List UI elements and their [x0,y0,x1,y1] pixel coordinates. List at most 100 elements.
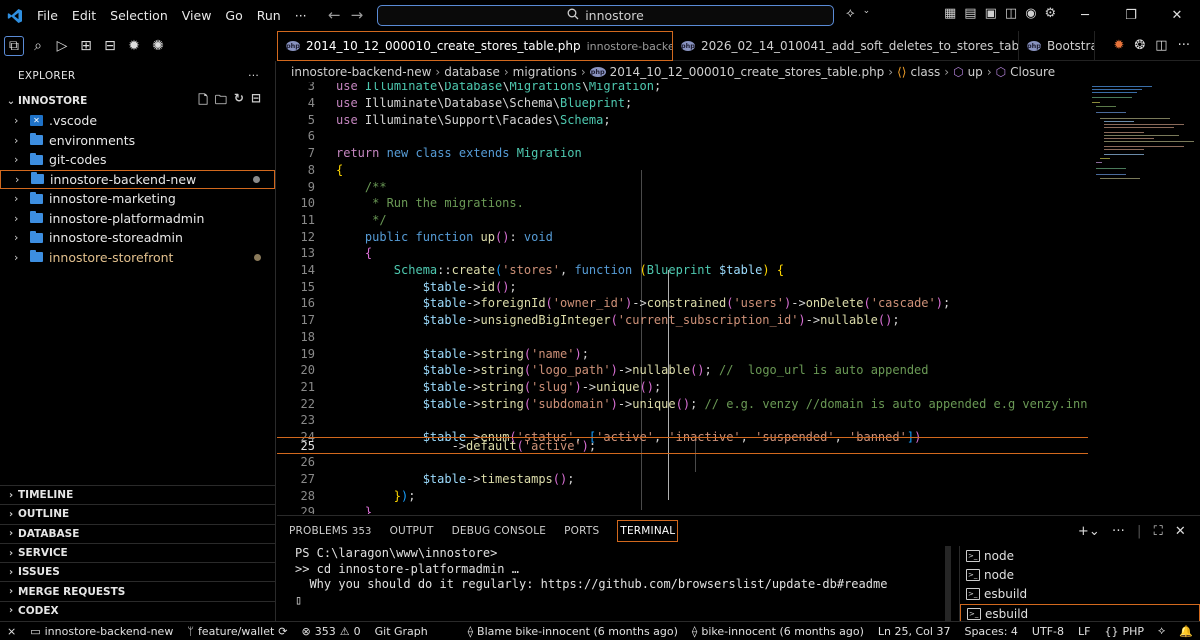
forward-arrow-icon[interactable]: → [351,6,364,24]
breadcrumb-item[interactable]: 2014_10_12_000010_create_stores_table.ph… [610,65,885,79]
status-problems[interactable]: ⊗ 353 ⚠ 0 [295,625,368,638]
status-blame[interactable]: ⟠ Blame bike-innocent (6 months ago) [461,625,685,638]
account-icon[interactable]: ◉ [1025,6,1036,21]
run-debug-icon[interactable]: ▷ [52,36,72,56]
tab-ports[interactable]: PORTS [564,525,599,537]
back-arrow-icon[interactable]: ← [328,6,341,24]
toggle-panel-icon[interactable]: ▣ [985,6,997,21]
close-panel-icon[interactable]: ✕ [1175,524,1186,539]
code-editor[interactable]: 3 use Illuminate\Database\Migrations\Mig… [277,82,1088,514]
section-merge-requests[interactable]: › MERGE REQUESTS [0,581,276,600]
tree-item-innostore-backend-new[interactable]: › innostore-backend-new [0,169,275,189]
status-encoding[interactable]: UTF-8 [1025,625,1071,638]
minimize-button[interactable]: ─ [1062,0,1108,31]
openai-icon[interactable]: ❂ [1134,38,1145,53]
refresh-icon[interactable]: ↻ [234,91,244,112]
section-database[interactable]: › DATABASE [0,523,276,543]
status-position[interactable]: Ln 25, Col 37 [871,625,958,638]
tab-create-stores-table[interactable]: php 2014_10_12_000010_create_stores_tabl… [277,31,673,61]
status-eol[interactable]: LF [1071,625,1097,638]
menu-view[interactable]: View [175,8,219,23]
maximize-panel-icon[interactable]: ⛶ [1154,524,1163,539]
restore-button[interactable]: ❐ [1108,0,1154,31]
toggle-secondary-sidebar-icon[interactable]: ◫ [1005,6,1017,21]
section-codex[interactable]: › CODEX [0,600,276,620]
minimap-line [1100,158,1110,159]
breadcrumb-item[interactable]: up [968,65,983,79]
php-file-icon: php [1027,41,1041,51]
explorer-icon[interactable]: ⧉ [4,36,24,56]
extension-burst-icon[interactable]: ✺ [148,36,168,56]
collapse-all-icon[interactable]: ⊟ [251,91,261,112]
breadcrumb-item[interactable]: class [910,65,940,79]
breadcrumb-item[interactable]: Closure [1010,65,1055,79]
terminal-item-node[interactable]: >_ node [960,565,1200,584]
new-file-icon[interactable]: 🗋 [198,91,208,112]
tree-item-innostore-platformadmin[interactable]: › innostore-platformadmin [0,209,275,229]
terminal-scrollbar[interactable] [945,546,951,622]
section-service[interactable]: › SERVICE [0,542,276,562]
copilot-status-icon[interactable]: ⟡ [1151,624,1172,638]
section-timeline[interactable]: › TIMELINE [0,485,276,504]
section-issues[interactable]: › ISSUES [0,562,276,581]
copilot-icon[interactable]: ⟡ [846,6,855,21]
remote-indicator[interactable]: ⨯ [0,625,23,638]
tree-item-innostore-storefront[interactable]: › innostore-storefront [0,248,275,268]
tree-item-git-codes[interactable]: › git-codes [0,150,275,170]
status-spaces[interactable]: Spaces: 4 [957,625,1024,638]
command-center-search[interactable]: innostore [377,5,834,26]
tab-debug-console[interactable]: DEBUG CONSOLE [452,525,547,537]
tree-item-innostore-marketing[interactable]: › innostore-marketing [0,189,275,209]
menu-run[interactable]: Run [250,8,288,23]
split-editor-icon[interactable]: ◫ [1155,38,1167,53]
tab-problems[interactable]: PROBLEMS 353 [289,525,372,537]
status-git-graph[interactable]: Git Graph [368,625,435,638]
workspace-header[interactable]: ⌄ INNOSTORE 🗋 🗀 ↻ ⊟ [0,91,275,111]
extension-sparkle-icon[interactable]: ✹ [1113,38,1124,53]
breadcrumb-item[interactable]: innostore-backend-new [291,65,431,79]
terminal-output[interactable]: PS C:\laragon\www\innostore> >> cd innos… [277,546,947,622]
breadcrumb-item[interactable]: migrations [513,65,577,79]
menu-more[interactable]: ··· [288,8,314,23]
menu-file[interactable]: File [30,8,65,23]
section-outline[interactable]: › OUTLINE [0,504,276,523]
menu-selection[interactable]: Selection [103,8,175,23]
tree-item-vscode[interactable]: › ✕ .vscode [0,111,275,131]
more-actions-icon[interactable]: ··· [1178,38,1190,53]
terminal-item-esbuild[interactable]: >_ esbuild [960,585,1200,604]
tab-bootstrap[interactable]: php Bootstrap [1019,31,1095,61]
remote-explorer-icon[interactable]: ⊟ [100,36,120,56]
status-branch[interactable]: ᛘ feature/wallet ⟳ [180,625,294,638]
tab-terminal[interactable]: TERMINAL [617,520,679,542]
chevron-right-icon: › [8,586,14,598]
tree-item-environments[interactable]: › environments [0,131,275,151]
notifications-bell-icon[interactable]: 🔔 [1172,625,1200,638]
tab-output[interactable]: OUTPUT [390,525,434,537]
extension-sparkle-icon[interactable]: ✹ [124,36,144,56]
settings-gear-icon[interactable]: ⚙ [1045,6,1057,21]
chevron-down-icon[interactable]: ⌄ [863,6,871,21]
menu-edit[interactable]: Edit [65,8,103,23]
new-folder-icon[interactable]: 🗀 [215,91,227,112]
minimap[interactable] [1088,82,1200,514]
breadcrumb-item[interactable]: database [444,65,500,79]
panel-more-icon[interactable]: ··· [1112,524,1125,539]
explorer-more-button[interactable]: ··· [248,70,259,82]
status-author[interactable]: ⟠ bike-innocent (6 months ago) [685,625,871,638]
extensions-icon[interactable]: ⊞ [76,36,96,56]
menu-go[interactable]: Go [218,8,249,23]
status-language[interactable]: {} PHP [1097,625,1151,638]
tab-add-soft-deletes[interactable]: php 2026_02_14_010041_add_soft_deletes_t… [673,31,1019,61]
code-text: ->default('active'); [336,438,597,453]
close-window-button[interactable]: ✕ [1154,0,1200,31]
terminal-item-node[interactable]: >_ node [960,546,1200,565]
toggle-primary-sidebar-icon[interactable]: ▤ [964,6,976,21]
tab-label: 2014_10_12_000010_create_stores_table.ph… [305,39,581,53]
customize-layout-icon[interactable]: ▦ [944,6,956,21]
status-folder[interactable]: ▭ innostore-backend-new [23,625,180,638]
new-terminal-icon[interactable]: +⌄ [1078,524,1100,539]
panel-separator: | [1137,523,1142,539]
tree-item-innostore-storeadmin[interactable]: › innostore-storeadmin [0,228,275,248]
search-view-icon[interactable]: ⌕ [28,36,48,56]
line-number: 7 [307,146,315,161]
